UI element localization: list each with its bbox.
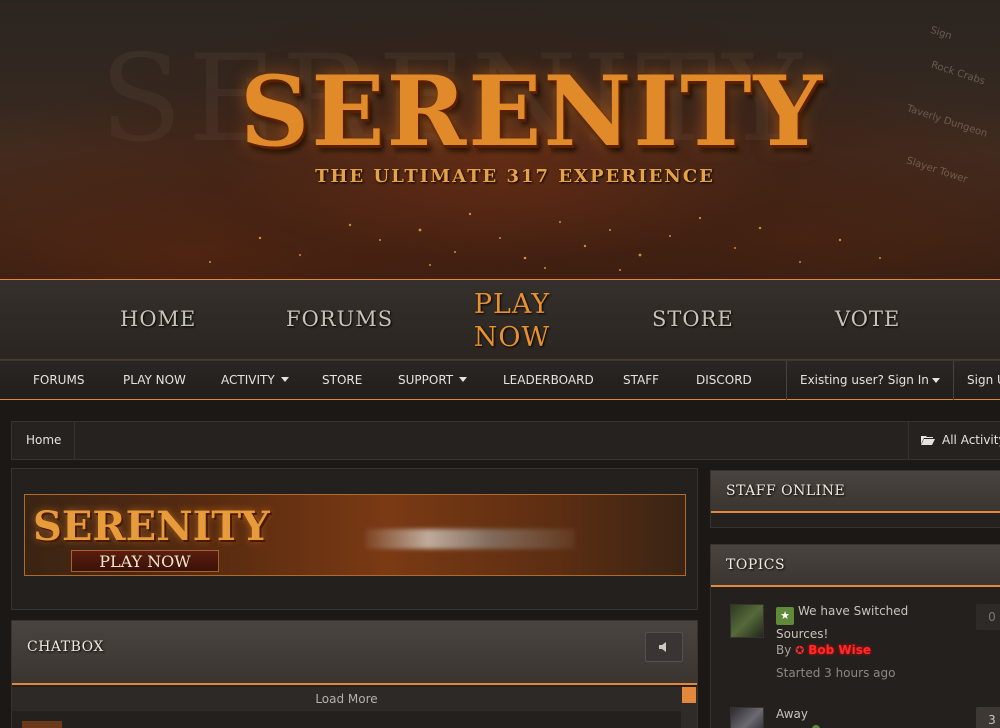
breadcrumb-home-label: Home <box>26 433 62 447</box>
chatbox-panel: CHATBOX Load More <box>11 620 698 728</box>
main-nav-play-now[interactable]: PLAY NOW <box>463 288 561 354</box>
chat-avatar <box>22 721 62 728</box>
secondary-navigation: FORUMS PLAY NOW ACTIVITY STORE SUPPORT L… <box>0 360 1000 400</box>
chatbox-header: CHATBOX <box>12 621 697 685</box>
avatar[interactable] <box>730 707 764 728</box>
topics-panel: TOPICS ★ We have Switched Sources! By ✪ B… <box>710 544 1000 728</box>
sign-in-label: Existing user? Sign In <box>800 373 929 387</box>
subnav-play-now[interactable]: PLAY NOW <box>123 373 186 387</box>
subnav-leaderboard[interactable]: LEADERBOARD <box>503 373 594 387</box>
star-icon: ★ <box>776 607 794 625</box>
subnav-support[interactable]: SUPPORT <box>398 373 468 387</box>
topics-header: TOPICS <box>711 545 1000 587</box>
banner-blurred-text <box>365 529 575 549</box>
banner-panel: SERENITY PLAY NOW <box>11 468 698 610</box>
staff-online-header: STAFF ONLINE <box>711 471 1000 513</box>
chevron-down-icon <box>280 377 289 382</box>
all-activity-label: All Activity <box>942 433 1000 447</box>
subnav-support-label: SUPPORT <box>398 373 454 387</box>
chevron-down-icon <box>932 378 940 383</box>
chat-scrollbar-thumb[interactable] <box>682 687 696 703</box>
topics-title: TOPICS <box>726 557 786 573</box>
banner-logo: SERENITY <box>33 503 270 550</box>
sign-up-link[interactable]: Sign U <box>967 373 1000 387</box>
main-nav-home[interactable]: HOME <box>120 307 196 331</box>
breadcrumb-home[interactable]: Home <box>12 422 75 459</box>
topic-title-link[interactable]: Away <box>776 705 926 724</box>
chevron-down-icon <box>459 377 468 382</box>
topic-title: We have Switched Sources! <box>776 604 909 641</box>
topic-author-line: By ✪ Bob Wise <box>776 643 871 657</box>
sign-in-dropdown[interactable]: Existing user? Sign In <box>786 361 954 400</box>
main-nav-vote[interactable]: VOTE <box>835 307 900 331</box>
volume-icon <box>659 642 666 652</box>
subnav-discord[interactable]: DISCORD <box>696 373 752 387</box>
subnav-store[interactable]: STORE <box>322 373 362 387</box>
folder-open-icon <box>921 436 935 445</box>
main-nav-store[interactable]: STORE <box>652 307 734 331</box>
chat-scrollbar[interactable] <box>681 687 697 728</box>
sound-toggle-button[interactable] <box>645 632 683 662</box>
load-more-button[interactable]: Load More <box>12 687 681 711</box>
avatar[interactable] <box>730 604 764 638</box>
topic-title-link[interactable]: ★ We have Switched Sources! <box>776 602 926 644</box>
topic-by-label: By <box>776 643 792 657</box>
breadcrumb-bar: Home All Activity <box>11 421 1000 460</box>
hero-header: SERENITY Sign Rock Crabs Taverly Dungeon… <box>0 0 1000 279</box>
topic-started: Started 3 hours ago <box>776 666 896 680</box>
staff-online-panel: STAFF ONLINE <box>710 470 1000 528</box>
subnav-forums[interactable]: FORUMS <box>33 373 84 387</box>
subnav-activity[interactable]: ACTIVITY <box>221 373 289 387</box>
topic-title: Away <box>776 707 808 721</box>
banner-play-now-button[interactable]: PLAY NOW <box>71 550 219 572</box>
staff-online-title: STAFF ONLINE <box>726 483 846 499</box>
reply-count: 3 <box>976 707 1000 728</box>
reply-count: 0 <box>976 604 1000 630</box>
subnav-staff[interactable]: STAFF <box>623 373 659 387</box>
main-nav-forums[interactable]: FORUMS <box>286 307 393 331</box>
subnav-activity-label: ACTIVITY <box>221 373 275 387</box>
main-navigation: HOME FORUMS PLAY NOW STORE VOTE <box>0 279 1000 360</box>
play-now-banner[interactable]: SERENITY PLAY NOW <box>24 494 686 576</box>
site-logo[interactable]: SERENITY <box>240 55 822 168</box>
staff-badge-icon: ✪ <box>795 644 805 657</box>
topic-author[interactable]: Bob Wise <box>808 643 871 657</box>
site-tagline: THE ULTIMATE 317 EXPERIENCE <box>315 166 715 187</box>
all-activity-link[interactable]: All Activity <box>908 422 1000 459</box>
chatbox-title: CHATBOX <box>27 639 104 655</box>
